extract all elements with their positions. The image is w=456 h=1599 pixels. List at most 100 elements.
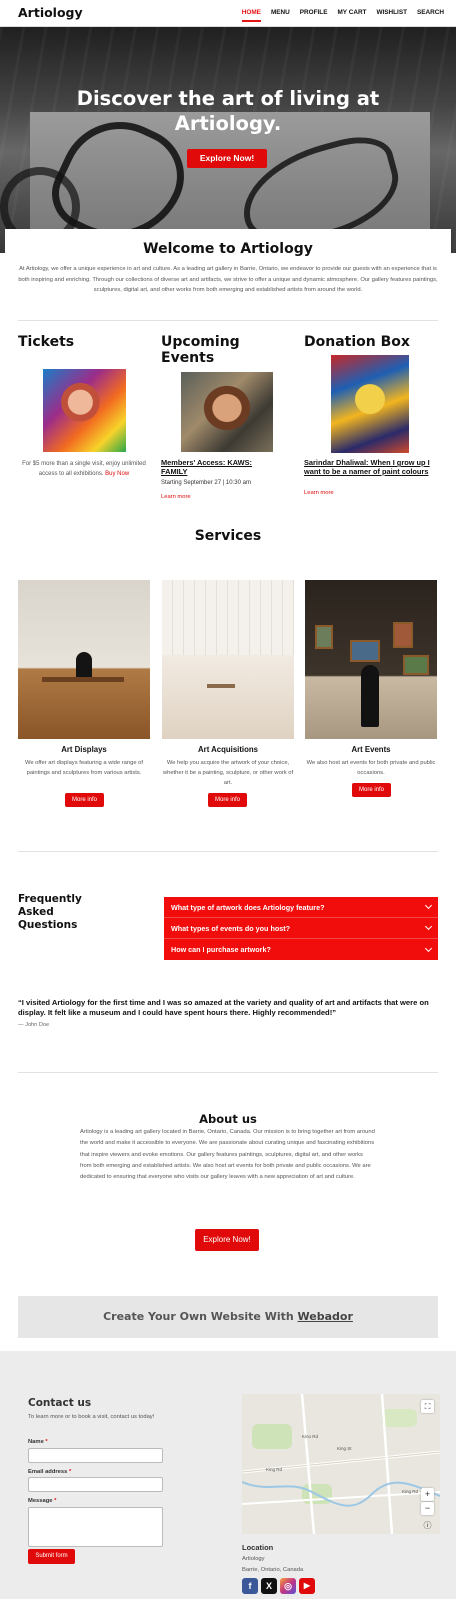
testimonial-quote: “I visited Artiology for the first time … — [18, 998, 429, 1017]
map-label: Kino Rd — [302, 1434, 319, 1439]
contact-section: Contact us To learn more or to book a vi… — [0, 1351, 456, 1599]
service-title: Art Acquisitions — [198, 745, 258, 754]
contact-title: Contact us — [28, 1397, 92, 1409]
about-explore-button[interactable]: Explore Now! — [195, 1229, 259, 1251]
faq-question: What types of events do you host? — [171, 923, 291, 933]
divider — [18, 1072, 438, 1073]
event-artwork-image — [181, 372, 273, 452]
art-displays-image — [18, 580, 150, 739]
service-title: Art Events — [351, 745, 391, 754]
chevron-down-icon — [424, 901, 433, 910]
nav-home[interactable]: HOME — [241, 9, 261, 22]
webador-banner[interactable]: Create Your Own Website With Webador — [18, 1296, 438, 1338]
faq-item-artwork-types[interactable]: What type of artwork does Artiology feat… — [164, 897, 438, 918]
art-events-image — [305, 580, 437, 739]
chevron-down-icon — [424, 922, 433, 931]
hero-explore-button[interactable]: Explore Now! — [187, 149, 267, 168]
nav-menu[interactable]: MENU — [271, 9, 290, 22]
faq-item-purchase[interactable]: How can I purchase artwork? — [164, 939, 438, 960]
main-nav: HOME MENU PROFILE MY CART WISHLIST SEARC… — [232, 9, 444, 22]
donation-event-link[interactable]: Sarindar Dhaliwal: When I grow up I want… — [304, 458, 440, 476]
tickets-artwork-image — [43, 369, 126, 452]
message-label: Message * — [28, 1498, 56, 1504]
welcome-title: Welcome to Artiology — [143, 241, 313, 257]
divider — [18, 320, 438, 321]
welcome-section: Welcome to Artiology At Artiology, we of… — [5, 229, 451, 317]
webador-link[interactable]: Webador — [298, 1310, 353, 1323]
fullscreen-icon[interactable]: ⛶ — [421, 1400, 434, 1413]
location-name: Artiology — [242, 1556, 265, 1562]
service-description: We offer art displays featuring a wide r… — [24, 760, 144, 776]
faq-title: Frequently Asked Questions — [18, 893, 82, 932]
location-address: Barrie, Ontario, Canada — [242, 1567, 304, 1573]
required-marker: * — [54, 1498, 57, 1504]
donation-learn-more[interactable]: Learn more — [304, 488, 334, 498]
faq-question: What type of artwork does Artiology feat… — [171, 902, 325, 912]
map-roads — [242, 1394, 440, 1534]
art-acquisitions-image — [162, 580, 294, 739]
map-label: King Rd — [402, 1489, 419, 1494]
donation-title: Donation Box — [304, 334, 410, 350]
nav-profile[interactable]: PROFILE — [300, 9, 328, 22]
label-text: Name — [28, 1439, 44, 1445]
email-field[interactable] — [28, 1477, 163, 1492]
label-text: Message — [28, 1498, 53, 1504]
zoom-in-button[interactable]: + — [421, 1488, 434, 1501]
info-icon[interactable]: ⓘ — [421, 1519, 434, 1532]
faq-title-line: Frequently — [18, 893, 82, 905]
divider — [18, 851, 438, 852]
welcome-text: At Artiology, we offer a unique experien… — [18, 266, 438, 293]
label-text: Email address — [28, 1469, 68, 1475]
tickets-text: For $5 more than a single visit, enjoy u… — [18, 459, 150, 479]
faq-accordion: What type of artwork does Artiology feat… — [164, 897, 438, 960]
zoom-out-button[interactable]: − — [421, 1502, 434, 1515]
donation-artwork-image — [331, 355, 409, 453]
faq-title-line: Asked — [18, 906, 54, 918]
site-logo[interactable]: Artiology — [18, 5, 83, 20]
hero-banner: Discover the art of living at Artiology.… — [0, 27, 456, 253]
name-field[interactable] — [28, 1448, 163, 1463]
map-label: King Rd — [266, 1467, 283, 1472]
event-title-link[interactable]: Members' Access: KAWS: FAMILY — [161, 458, 271, 476]
top-navbar: Artiology HOME MENU PROFILE MY CART WISH… — [0, 0, 456, 27]
message-field[interactable] — [28, 1507, 163, 1547]
nav-my-cart[interactable]: MY CART — [337, 9, 366, 22]
youtube-icon[interactable]: ▶ — [299, 1578, 315, 1594]
testimonial-author: — John Doe — [18, 1022, 50, 1028]
nav-wishlist[interactable]: WISHLIST — [376, 9, 407, 22]
faq-question: How can I purchase artwork? — [171, 945, 271, 954]
x-twitter-icon[interactable]: X — [261, 1578, 277, 1594]
map-label: King St — [337, 1446, 352, 1451]
location-title: Location — [242, 1543, 274, 1552]
facebook-icon[interactable]: f — [242, 1578, 258, 1594]
submit-form-button[interactable]: Submit form — [28, 1549, 75, 1564]
service-description: We also host art events for both private… — [306, 760, 436, 776]
services-title: Services — [194, 528, 262, 544]
hero-title-line1: Discover the art of living at — [76, 87, 380, 110]
buy-now-link[interactable]: Buy Now — [105, 471, 129, 477]
required-marker: * — [68, 1469, 72, 1475]
hero-overlay — [0, 27, 456, 253]
nav-search[interactable]: SEARCH — [417, 9, 444, 22]
name-label: Name * — [28, 1439, 48, 1445]
art-displays-more-info-button[interactable]: More info — [65, 793, 104, 807]
about-title: About us — [199, 1112, 257, 1126]
event-date: Starting September 27 | 10:30 am — [161, 480, 251, 486]
service-description: We help you acquire the artwork of your … — [162, 760, 294, 786]
email-label: Email address * — [28, 1469, 71, 1475]
faq-title-line: Questions — [18, 919, 78, 931]
contact-subtitle: To learn more or to book a visit, contac… — [28, 1414, 155, 1420]
hero-title: Discover the art of living at Artiology. — [0, 86, 456, 136]
art-acquisitions-more-info-button[interactable]: More info — [208, 793, 247, 807]
about-text: Artiology is a leading art gallery locat… — [80, 1129, 375, 1181]
art-events-more-info-button[interactable]: More info — [352, 783, 391, 797]
event-learn-more[interactable]: Learn more — [161, 492, 191, 502]
faq-item-event-types[interactable]: What types of events do you host? — [164, 918, 438, 939]
location-map[interactable]: King Rd King St Kino Rd King Rd ⛶ + − ⓘ — [242, 1394, 440, 1534]
instagram-icon[interactable]: ◎ — [280, 1578, 296, 1594]
events-title: Upcoming Events — [161, 334, 240, 366]
required-marker: * — [45, 1439, 48, 1445]
tickets-title: Tickets — [18, 334, 75, 350]
webador-text: Create Your Own Website With — [103, 1310, 298, 1323]
chevron-down-icon — [424, 944, 433, 952]
